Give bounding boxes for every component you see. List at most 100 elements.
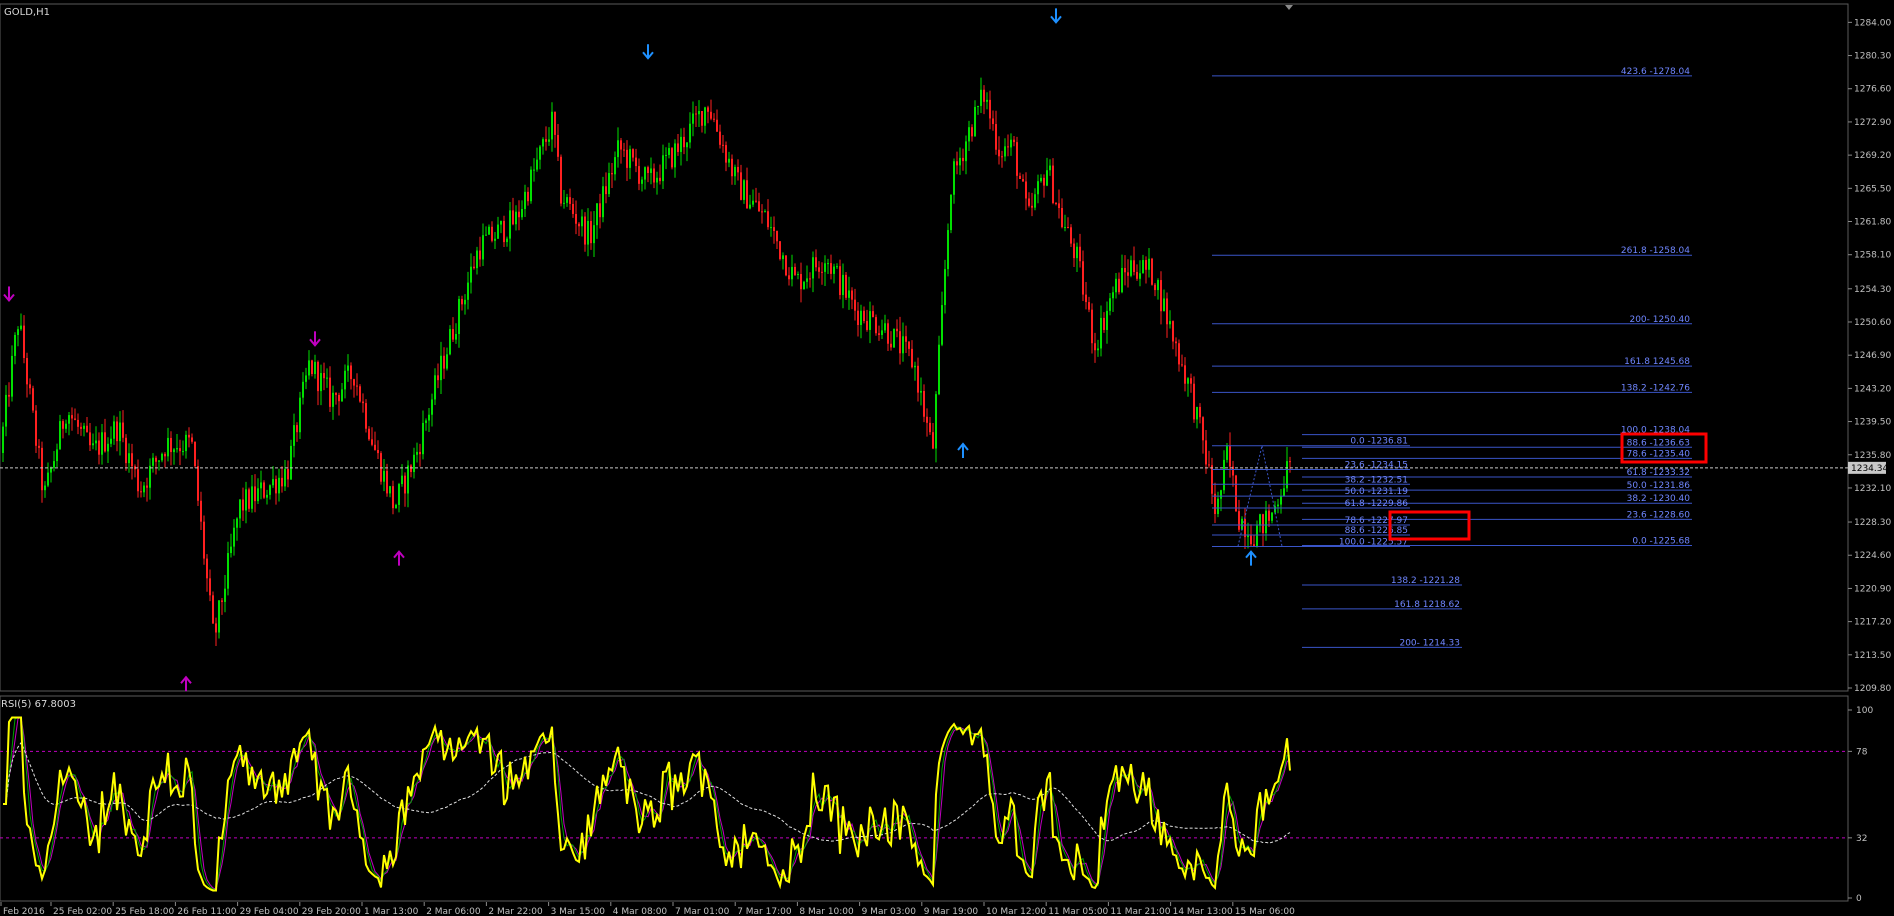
candle-body	[494, 238, 496, 241]
candle-body	[620, 140, 622, 150]
fib-level-label: 61.8 -1233.32	[1627, 468, 1690, 478]
candle-body	[206, 558, 208, 579]
candle-body	[53, 461, 55, 468]
candle-body	[842, 274, 844, 296]
candle-body	[710, 111, 712, 119]
candle-body	[326, 377, 328, 379]
candle-body	[32, 388, 34, 411]
price-axis-label: 1228.30	[1854, 518, 1891, 528]
candle-body	[320, 373, 322, 392]
candle-body	[161, 453, 163, 461]
candle-body	[683, 136, 685, 148]
candle-body	[740, 172, 742, 200]
fib-level-label: 161.8 1245.68	[1624, 357, 1690, 367]
candle-body	[218, 600, 220, 633]
candle-body	[338, 394, 340, 402]
candle-body	[824, 263, 826, 272]
candle-body	[44, 485, 46, 491]
candle-body	[1226, 445, 1228, 460]
candle-body	[1256, 525, 1258, 547]
candle-body	[131, 453, 133, 467]
candle-body	[662, 155, 664, 182]
time-axis-label: 3 Mar 15:00	[551, 907, 606, 916]
candle-body	[5, 394, 7, 427]
candle-body	[446, 354, 448, 369]
candle-body	[653, 168, 655, 183]
candle-body	[59, 421, 61, 450]
time-axis-label: 2 Mar 22:00	[488, 907, 543, 916]
candle-body	[182, 451, 184, 453]
candle-body	[1250, 535, 1252, 545]
candle-body	[623, 149, 625, 151]
candle-body	[1151, 258, 1153, 285]
candle-body	[833, 266, 835, 274]
candle-body	[29, 384, 31, 389]
candle-body	[149, 465, 151, 488]
candle-body	[47, 472, 49, 486]
candle-body	[605, 186, 607, 195]
candle-body	[905, 336, 907, 342]
candle-body	[875, 317, 877, 334]
candle-body	[248, 489, 250, 509]
candle-body	[644, 167, 646, 180]
rsi-axis-label: 32	[1856, 834, 1867, 844]
candle-body	[1142, 260, 1144, 274]
candle-body	[734, 166, 736, 177]
candle-body	[953, 161, 955, 195]
candle-body	[728, 158, 730, 163]
candle-body	[1187, 378, 1189, 384]
candle-body	[1076, 246, 1078, 259]
candle-body	[1061, 208, 1063, 228]
fib-level-label: 138.2 -1221.28	[1391, 576, 1460, 586]
candle-body	[143, 485, 145, 493]
candle-body	[1259, 514, 1261, 526]
candle-body	[773, 227, 775, 231]
candle-body	[1067, 227, 1069, 229]
price-axis-label: 1284.00	[1854, 18, 1891, 28]
candle-body	[671, 148, 673, 168]
candle-body	[908, 341, 910, 349]
candle-body	[62, 421, 64, 429]
candle-body	[1220, 490, 1222, 499]
candle-body	[341, 389, 343, 402]
window-title: GOLD,H1	[4, 7, 50, 18]
candle-body	[233, 527, 235, 547]
candle-body	[881, 330, 883, 335]
candle-body	[911, 348, 913, 368]
candle-body	[917, 365, 919, 393]
candle-body	[935, 394, 937, 449]
candle-body	[785, 255, 787, 276]
candle-body	[281, 477, 283, 487]
candle-body	[974, 106, 976, 137]
candle-body	[1127, 272, 1129, 276]
candle-body	[140, 491, 142, 493]
gold-h1-chart[interactable]: GOLD,H1 423.6 -1278.04 261.8 -1258.04 200-…	[0, 0, 1894, 916]
candle-body	[737, 166, 739, 173]
candle-body	[1166, 298, 1168, 325]
candle-body	[1208, 464, 1210, 466]
candle-body	[788, 275, 790, 280]
time-axis-label: 9 Mar 19:00	[924, 907, 979, 916]
candle-body	[353, 379, 355, 386]
price-axis-label: 1239.50	[1854, 418, 1891, 428]
time-axis-label: 4 Mar 08:00	[613, 907, 668, 916]
candle-body	[188, 434, 190, 438]
candle-body	[848, 290, 850, 298]
candle-body	[428, 414, 430, 421]
candle-body	[1040, 177, 1042, 182]
candle-body	[1118, 278, 1120, 293]
candle-body	[476, 250, 478, 269]
candle-body	[1247, 535, 1249, 538]
price-axis-label: 1246.90	[1854, 351, 1891, 361]
candle-body	[617, 140, 619, 158]
candle-body	[959, 157, 961, 166]
candle-body	[1124, 267, 1126, 273]
candle-body	[776, 230, 778, 242]
candle-body	[539, 146, 541, 160]
candle-body	[311, 360, 313, 375]
candle-body	[1283, 488, 1285, 496]
candle-body	[524, 191, 526, 210]
candle-body	[851, 290, 853, 300]
candle-body	[791, 266, 793, 280]
candle-body	[962, 157, 964, 162]
